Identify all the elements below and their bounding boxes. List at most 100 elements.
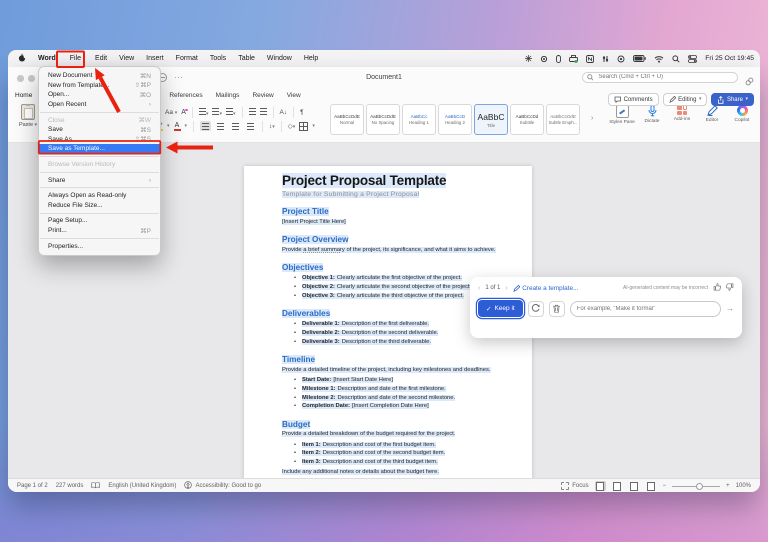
search-input[interactable] [596,73,733,81]
style-subtle-emphasis[interactable]: AaBbCcDdESubtle Emph... [546,104,580,135]
style-heading-2[interactable]: AaBbCcDHeading 2 [438,104,472,135]
align-right-button[interactable] [230,121,241,131]
menu-item-new-document[interactable]: New Document⌘N [39,71,160,81]
focus-toggle[interactable]: Focus [561,482,588,490]
draft-view-button[interactable] [646,481,657,491]
menu-bar-clock[interactable]: Fri 25 Oct 19:45 [705,55,754,62]
copilot-button[interactable]: Copilot [727,103,757,125]
menu-table[interactable]: Table [238,55,255,62]
menu-item-properties[interactable]: Properties... [39,241,160,251]
show-paragraph-marks-button[interactable]: ¶ [300,109,304,116]
style-no-spacing[interactable]: AaBbCcDdENo Spacing [366,104,400,135]
next-suggestion-icon[interactable]: › [505,285,507,292]
accessibility-status[interactable]: Accessibility: Good to go [195,483,261,489]
tab-mailings[interactable]: Mailings [216,92,240,99]
menu-help[interactable]: Help [304,55,318,62]
align-center-button[interactable] [215,121,226,131]
font-color-button[interactable]: A [174,122,181,131]
style-subtitle[interactable]: AaBbCcDdSubtitle [510,104,544,135]
menu-item-page-setup[interactable]: Page Setup... [39,216,160,226]
web-layout-view-button[interactable] [612,481,623,491]
input-source-icon[interactable] [525,54,532,64]
comments-button[interactable]: Comments [608,93,659,106]
proofing-icon[interactable] [91,482,100,491]
borders-button[interactable] [299,122,308,131]
thumbs-down-icon[interactable] [726,283,734,293]
styles-pane-button[interactable]: Styles Pane [607,103,637,125]
apple-icon[interactable] [18,53,26,64]
share-button[interactable]: Share▾ [711,93,754,106]
menu-edit[interactable]: Edit [95,55,107,62]
menu-word[interactable]: Word [38,55,56,62]
language-indicator[interactable]: English (United Kingdom) [108,483,176,489]
dictate-button[interactable]: Dictate [637,103,667,125]
menu-window[interactable]: Window [267,55,292,62]
regenerate-button[interactable] [528,301,544,317]
editing-mode-button[interactable]: Editing▾ [663,93,708,106]
text-effects-button[interactable]: A [181,109,186,116]
send-prompt-icon[interactable]: → [726,304,734,313]
zoom-percentage[interactable]: 100% [736,483,751,489]
multilevel-list-button[interactable]: ▾ [226,108,236,117]
style-title[interactable]: AaBbCTitle [474,104,508,135]
menu-item-always-open-read-only[interactable]: Always Open as Read-only [39,191,160,201]
zoom-out-button[interactable]: − [663,483,667,489]
decrease-indent-button[interactable] [249,108,256,117]
zoom-in-button[interactable]: + [726,483,730,489]
increase-indent-button[interactable] [260,108,267,117]
menu-insert[interactable]: Insert [146,55,164,62]
tab-home[interactable]: Home [15,92,32,99]
printer-icon[interactable] [569,54,578,64]
line-spacing-button[interactable]: ↕▾ [269,123,275,130]
justify-button[interactable] [245,121,256,131]
menu-format[interactable]: Format [176,55,198,62]
notes-app-icon[interactable] [586,54,594,64]
create-template-link[interactable]: Create a template... [513,285,579,292]
wifi-icon[interactable] [654,54,664,64]
spotlight-search-icon[interactable] [672,54,680,64]
menu-item-share[interactable]: Share› [39,175,160,185]
previous-suggestion-icon[interactable]: ‹ [478,285,480,292]
outline-view-button[interactable] [629,481,640,491]
add-ins-button[interactable]: Add-ins [667,103,697,125]
settings-icon[interactable] [540,54,548,64]
discard-button[interactable] [549,301,565,317]
align-left-button[interactable] [200,121,211,131]
tab-view[interactable]: View [287,92,301,99]
editor-button[interactable]: Editor [697,103,727,125]
menu-file[interactable]: File [68,55,83,62]
zoom-slider[interactable] [672,486,720,487]
style-heading-1[interactable]: AaBbCcHeading 1 [402,104,436,135]
numbered-list-button[interactable]: ▾ [212,108,222,117]
battery-icon[interactable] [633,54,646,64]
menu-item-save[interactable]: Save⌘S [39,125,160,135]
menu-item-open-recent[interactable]: Open Recent› [39,100,160,110]
print-layout-view-button[interactable] [595,481,606,491]
shading-button[interactable]: ◇▾ [288,122,296,130]
lock-icon[interactable] [556,54,561,64]
menu-item-new-from-template[interactable]: New from Template...⇧⌘P [39,81,160,91]
copilot-prompt-input[interactable] [570,301,721,317]
search-box[interactable] [582,72,738,83]
thumbs-up-icon[interactable] [713,283,721,293]
menu-item-save-as-template[interactable]: Save as Template... [39,144,160,154]
style-normal[interactable]: AaBbCcDdENormal [330,104,364,135]
menu-item-reduce-file-size[interactable]: Reduce File Size... [39,201,160,211]
zoom-slider-knob[interactable] [696,483,703,490]
menu-view[interactable]: View [119,55,134,62]
tab-references[interactable]: References [169,92,202,99]
menu-item-save-as[interactable]: Save As...⇧⌘S [39,135,160,145]
sort-button[interactable]: A↓ [280,109,288,116]
keep-it-button[interactable]: ✓Keep it [478,300,523,317]
menu-item-open[interactable]: Open...⌘O [39,90,160,100]
change-case-button[interactable]: Aa ▾ [165,109,177,116]
bullet-list-button[interactable]: ▾ [199,108,209,117]
page-indicator[interactable]: Page 1 of 2 [17,483,48,489]
control-center-icon[interactable] [688,54,697,64]
menu-item-print[interactable]: Print...⌘P [39,226,160,236]
menu-tools[interactable]: Tools [210,55,226,62]
copy-link-icon[interactable] [745,73,754,91]
word-count[interactable]: 227 words [56,483,84,489]
record-icon[interactable] [617,54,625,64]
stage-manager-icon[interactable] [602,54,609,64]
